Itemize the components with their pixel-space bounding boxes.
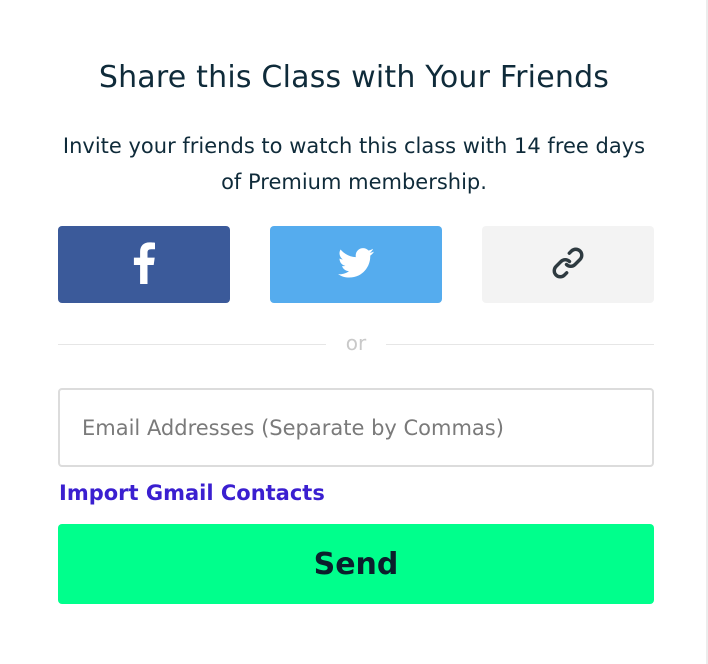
link-icon — [551, 246, 585, 283]
facebook-icon — [133, 242, 155, 287]
facebook-share-button[interactable] — [58, 226, 230, 303]
divider-text: or — [345, 331, 367, 355]
or-divider: or — [58, 330, 654, 356]
import-gmail-contacts-link[interactable]: Import Gmail Contacts — [59, 481, 325, 505]
twitter-icon — [338, 248, 374, 281]
divider-line-right — [386, 344, 654, 345]
email-addresses-input[interactable] — [58, 388, 654, 467]
modal-title: Share this Class with Your Friends — [98, 60, 610, 95]
twitter-share-button[interactable] — [270, 226, 442, 303]
share-class-modal: Share this Class with Your Friends Invit… — [0, 0, 708, 664]
send-button[interactable]: Send — [58, 524, 654, 604]
copy-link-button[interactable] — [482, 226, 654, 303]
modal-subtitle: Invite your friends to watch this class … — [62, 134, 646, 194]
divider-line-left — [58, 344, 326, 345]
